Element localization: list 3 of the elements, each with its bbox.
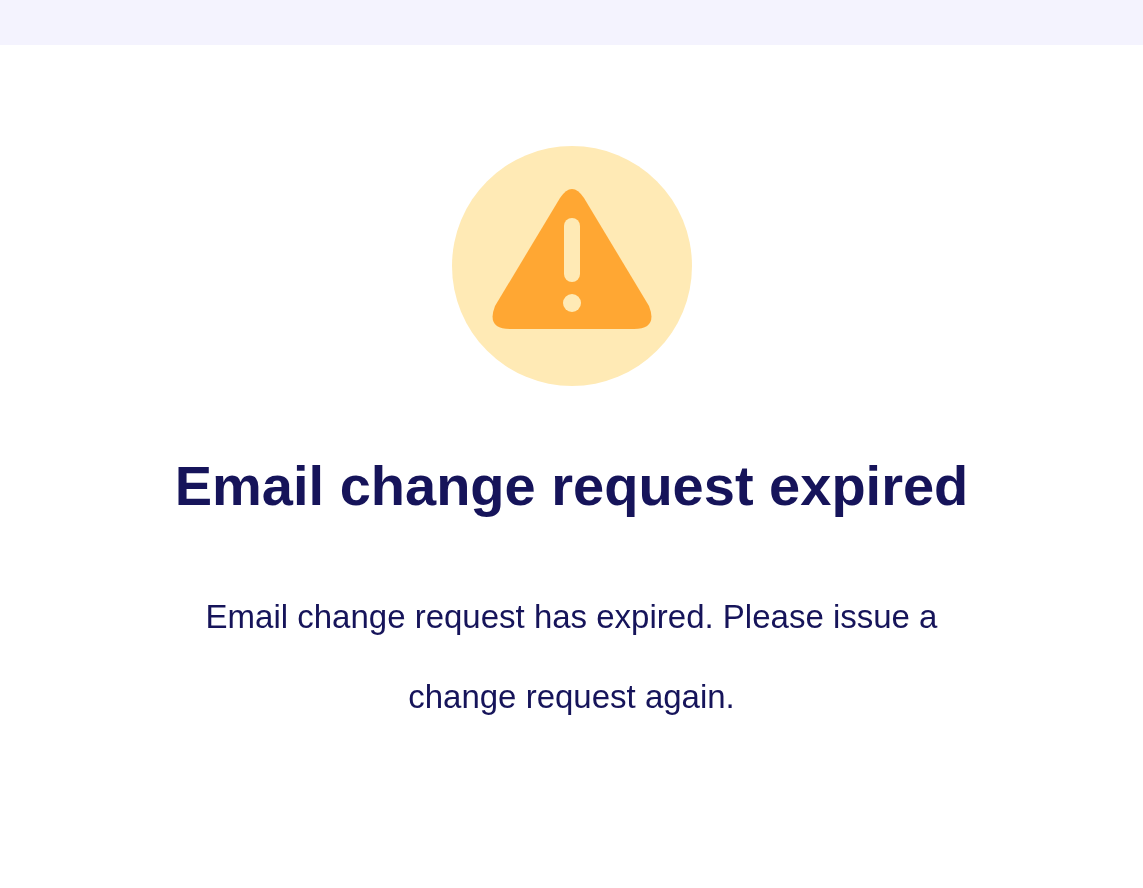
warning-icon <box>451 146 692 386</box>
message-text: Email change request has expired. Please issue a change request again. <box>204 597 939 717</box>
page-title: Email change request expired <box>174 453 969 519</box>
